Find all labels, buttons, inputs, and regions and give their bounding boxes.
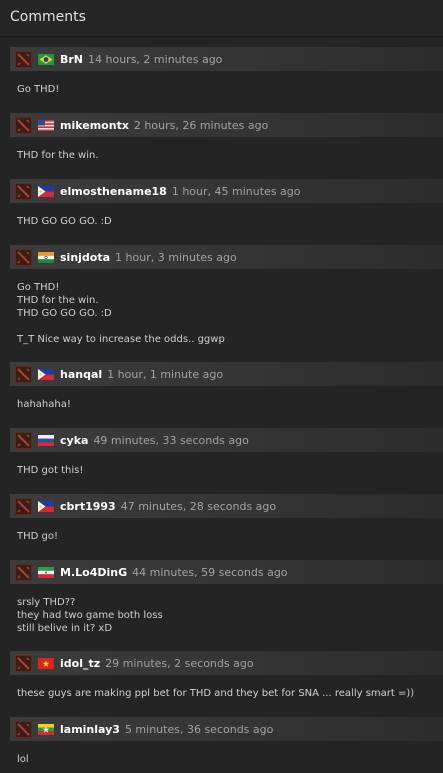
dota-icon [15, 50, 32, 68]
timestamp: 1 hour, 45 minutes ago [171, 184, 301, 198]
username[interactable]: sinjdota [60, 251, 110, 264]
philippines-flag [38, 368, 54, 380]
comment: mikemontx 2 hours, 26 minutes ago THD fo… [0, 113, 443, 169]
dota-icon [15, 248, 32, 266]
dota-icon [15, 720, 32, 738]
timestamp: 5 minutes, 36 seconds ago [124, 722, 274, 736]
comment-text: these guys are making ppl bet for THD an… [17, 688, 415, 699]
timestamp: 1 hour, 3 minutes ago [115, 250, 237, 264]
philippines-flag [38, 500, 54, 512]
comment-text: THD GO GO GO. :D [17, 216, 112, 227]
dota-icon [15, 497, 32, 515]
dota-icon [15, 365, 32, 383]
comment-header: sinjdota 1 hour, 3 minutes ago [10, 245, 443, 269]
comment-header: mikemontx 2 hours, 26 minutes ago [10, 113, 443, 137]
dota-icon [15, 182, 32, 200]
username[interactable]: idol_tz [60, 657, 100, 670]
comment: idol_tz 29 minutes, 2 seconds ago these … [0, 651, 443, 707]
vietnam-flag [38, 657, 54, 669]
panel-title: Comments [0, 0, 443, 37]
comment: cyka 49 minutes, 33 seconds ago THD got … [0, 428, 443, 484]
username[interactable]: elmosthename18 [60, 185, 167, 198]
comment-text: lol [17, 754, 29, 765]
comment-header: M.Lo4DinG 44 minutes, 59 seconds ago [10, 560, 443, 584]
timestamp: 29 minutes, 2 seconds ago [105, 656, 254, 670]
philippines-flag [38, 185, 54, 197]
username[interactable]: BrN [60, 53, 83, 66]
timestamp: 47 minutes, 28 seconds ago [120, 499, 277, 513]
comment-header: BrN 14 hours, 2 minutes ago [10, 47, 443, 71]
timestamp: 44 minutes, 59 seconds ago [132, 565, 288, 579]
comment-text: THD got this! [17, 465, 84, 476]
iran-flag [38, 566, 54, 578]
comment: M.Lo4DinG 44 minutes, 59 seconds ago srs… [0, 560, 443, 641]
comment-text: THD go! [17, 531, 58, 542]
comment-text: Go THD! [17, 84, 60, 95]
comment-text: Go THD! THD for the win. THD GO GO GO. :… [17, 282, 225, 345]
dota-icon [15, 654, 32, 672]
comment-list: BrN 14 hours, 2 minutes ago Go THD! mike… [0, 37, 443, 773]
usa-flag [38, 119, 54, 131]
comments-panel: Comments BrN 14 hours, 2 minutes ago Go … [0, 0, 443, 773]
comment-text: srsly THD?? they had two game both loss … [17, 597, 163, 634]
dota-icon [15, 431, 32, 449]
russia-flag [38, 434, 54, 446]
username[interactable]: hanqal [60, 368, 102, 381]
timestamp: 1 hour, 1 minute ago [107, 367, 224, 381]
comment-text: hahahaha! [17, 399, 71, 410]
comment: BrN 14 hours, 2 minutes ago Go THD! [0, 47, 443, 103]
brazil-flag [38, 53, 54, 65]
timestamp: 2 hours, 26 minutes ago [133, 118, 269, 132]
comment: sinjdota 1 hour, 3 minutes ago Go THD! T… [0, 245, 443, 352]
username[interactable]: cyka [60, 434, 88, 447]
comment: laminlay3 5 minutes, 36 seconds ago lol [0, 717, 443, 773]
timestamp: 49 minutes, 33 seconds ago [93, 433, 249, 447]
comment-header: idol_tz 29 minutes, 2 seconds ago [10, 651, 443, 675]
dota-icon [15, 563, 32, 581]
username[interactable]: cbrt1993 [60, 500, 116, 513]
comment: elmosthename18 1 hour, 45 minutes ago TH… [0, 179, 443, 235]
comment: cbrt1993 47 minutes, 28 seconds ago THD … [0, 494, 443, 550]
comment-header: cyka 49 minutes, 33 seconds ago [10, 428, 443, 452]
comment-text: THD for the win. [17, 150, 99, 161]
comment-header: elmosthename18 1 hour, 45 minutes ago [10, 179, 443, 203]
comment-header: laminlay3 5 minutes, 36 seconds ago [10, 717, 443, 741]
timestamp: 14 hours, 2 minutes ago [88, 52, 223, 66]
comment: hanqal 1 hour, 1 minute ago hahahaha! [0, 362, 443, 418]
username[interactable]: M.Lo4DinG [60, 566, 127, 579]
dota-icon [15, 116, 32, 134]
comment-header: cbrt1993 47 minutes, 28 seconds ago [10, 494, 443, 518]
india-flag [38, 251, 54, 263]
username[interactable]: mikemontx [60, 119, 129, 132]
username[interactable]: laminlay3 [60, 723, 120, 736]
comment-header: hanqal 1 hour, 1 minute ago [10, 362, 443, 386]
